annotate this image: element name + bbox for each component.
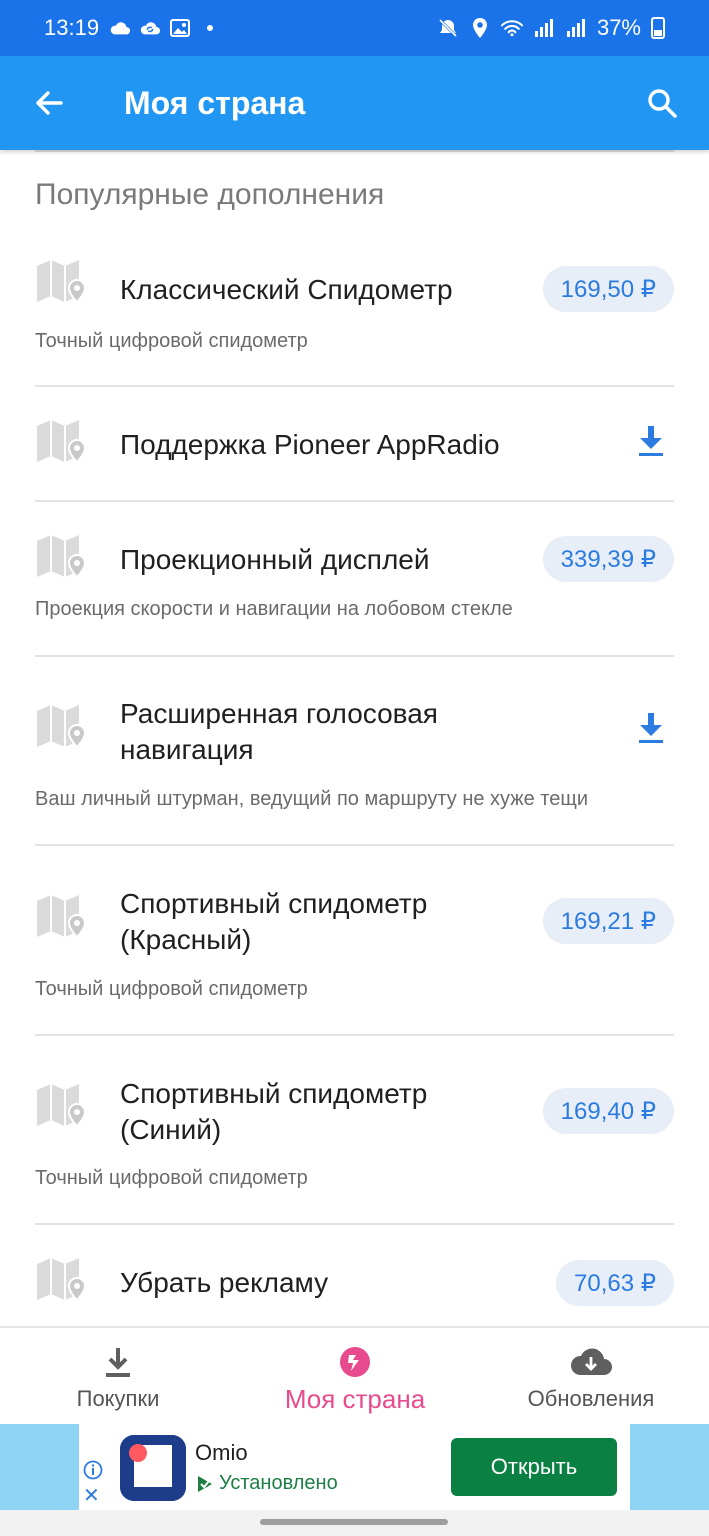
price-button[interactable]: 339,39 ₽ bbox=[542, 536, 674, 582]
search-icon bbox=[648, 89, 677, 118]
divider bbox=[35, 500, 674, 502]
battery-icon bbox=[651, 17, 665, 39]
app-bar: Моя страна bbox=[0, 56, 709, 150]
section-title: Популярные дополнения bbox=[35, 178, 385, 211]
addon-name: Спортивный спидометр (Синий) bbox=[120, 1076, 427, 1148]
signal-icon bbox=[565, 17, 587, 39]
mute-icon bbox=[437, 17, 459, 39]
image-icon bbox=[169, 17, 191, 39]
addon-name-line: Проекционный дисплей bbox=[120, 544, 430, 575]
tab-my-country-label: Моя страна bbox=[284, 1384, 426, 1414]
play-check-icon bbox=[198, 1475, 212, 1492]
tab-purchases-label: Покупки bbox=[76, 1386, 160, 1411]
status-time: 13:19 bbox=[44, 15, 100, 40]
addon-name-line: Убрать рекламу bbox=[120, 1267, 329, 1298]
back-button[interactable] bbox=[24, 78, 74, 128]
map-icon bbox=[35, 258, 87, 310]
divider bbox=[35, 1034, 674, 1036]
map-icon bbox=[35, 1256, 87, 1308]
tab-purchases[interactable]: Покупки bbox=[44, 1328, 192, 1426]
page-title: Моя страна bbox=[124, 84, 306, 121]
divider bbox=[35, 1223, 674, 1225]
ad-banner: ✕ Omio Установлено Открыть bbox=[0, 1424, 709, 1510]
addons-list: Популярные дополнения Классический Спидо… bbox=[0, 150, 709, 1326]
cloud-icon bbox=[109, 17, 131, 39]
addon-name: Убрать рекламу bbox=[120, 1265, 328, 1301]
download-icon[interactable] bbox=[636, 424, 666, 458]
addon-name-line: навигация bbox=[120, 734, 254, 765]
price-button[interactable]: 169,50 ₽ bbox=[542, 266, 674, 312]
map-icon bbox=[35, 533, 87, 585]
price-button[interactable]: 169,21 ₽ bbox=[542, 898, 674, 944]
tab-updates[interactable]: Обновления bbox=[510, 1328, 672, 1426]
dot-icon bbox=[199, 17, 221, 39]
my-country-icon bbox=[338, 1344, 372, 1380]
ad-app-name: Omio bbox=[195, 1440, 248, 1465]
addon-description: Точный цифровой спидометр bbox=[35, 330, 308, 352]
addon-name-line: Поддержка Pioneer AppRadio bbox=[120, 429, 500, 460]
price-button[interactable]: 70,63 ₽ bbox=[556, 1260, 674, 1306]
divider bbox=[35, 655, 674, 657]
addon-description: Ваш личный штурман, ведущий по маршруту … bbox=[35, 788, 589, 810]
cloud-download-icon bbox=[569, 1344, 613, 1380]
download-tray-icon bbox=[104, 1344, 132, 1380]
addon-name: Расширенная голосовая навигация bbox=[120, 696, 438, 768]
download-icon[interactable] bbox=[636, 711, 666, 745]
ad-content[interactable]: ✕ Omio Установлено Открыть bbox=[79, 1424, 630, 1510]
addon-name: Проекционный дисплей bbox=[120, 542, 430, 578]
addon-name: Поддержка Pioneer AppRadio bbox=[120, 427, 500, 463]
map-icon bbox=[35, 893, 87, 945]
addon-name-line: Спортивный спидометр bbox=[120, 888, 428, 919]
omio-logo bbox=[120, 1435, 186, 1501]
sync-cloud-icon bbox=[139, 17, 161, 39]
location-icon bbox=[469, 17, 491, 39]
addon-name: Классический Спидометр bbox=[120, 272, 453, 308]
info-icon[interactable] bbox=[83, 1460, 103, 1480]
search-button[interactable] bbox=[637, 78, 687, 128]
bottom-nav: Покупки Моя страна Обновления bbox=[0, 1326, 709, 1424]
system-nav bbox=[0, 1510, 709, 1536]
map-icon bbox=[35, 418, 87, 470]
ad-status-text: Установлено bbox=[219, 1472, 338, 1494]
addon-name-line: Спортивный спидометр bbox=[120, 1078, 428, 1109]
addon-name-line: Расширенная голосовая bbox=[120, 698, 438, 729]
addon-name-line: Классический Спидометр bbox=[120, 274, 453, 305]
tab-updates-label: Обновления bbox=[527, 1386, 655, 1411]
signal-icon bbox=[533, 17, 555, 39]
divider bbox=[35, 385, 674, 387]
addon-name-line: (Красный) bbox=[120, 924, 252, 955]
tab-my-country[interactable]: Моя страна bbox=[274, 1328, 436, 1426]
addon-description: Точный цифровой спидометр bbox=[35, 1167, 308, 1189]
divider bbox=[35, 844, 674, 846]
open-button[interactable]: Открыть bbox=[451, 1438, 617, 1496]
map-icon bbox=[35, 703, 87, 755]
divider bbox=[35, 150, 674, 152]
price-button[interactable]: 169,40 ₽ bbox=[542, 1088, 674, 1134]
battery-percent: 37% bbox=[596, 15, 641, 40]
map-icon bbox=[35, 1082, 87, 1134]
ad-installed-status: Установлено bbox=[195, 1472, 338, 1495]
addon-description: Точный цифровой спидометр bbox=[35, 978, 308, 1000]
addon-description: Проекция скорости и навигации на лобовом… bbox=[35, 598, 513, 620]
arrow-left-icon bbox=[36, 91, 63, 115]
wifi-icon bbox=[500, 17, 523, 39]
status-bar: 13:19 37% bbox=[0, 0, 709, 56]
close-icon[interactable]: ✕ bbox=[83, 1486, 100, 1506]
addon-name: Спортивный спидометр (Красный) bbox=[120, 886, 427, 958]
home-gesture-bar[interactable] bbox=[260, 1519, 448, 1525]
addon-name-line: (Синий) bbox=[120, 1114, 222, 1145]
